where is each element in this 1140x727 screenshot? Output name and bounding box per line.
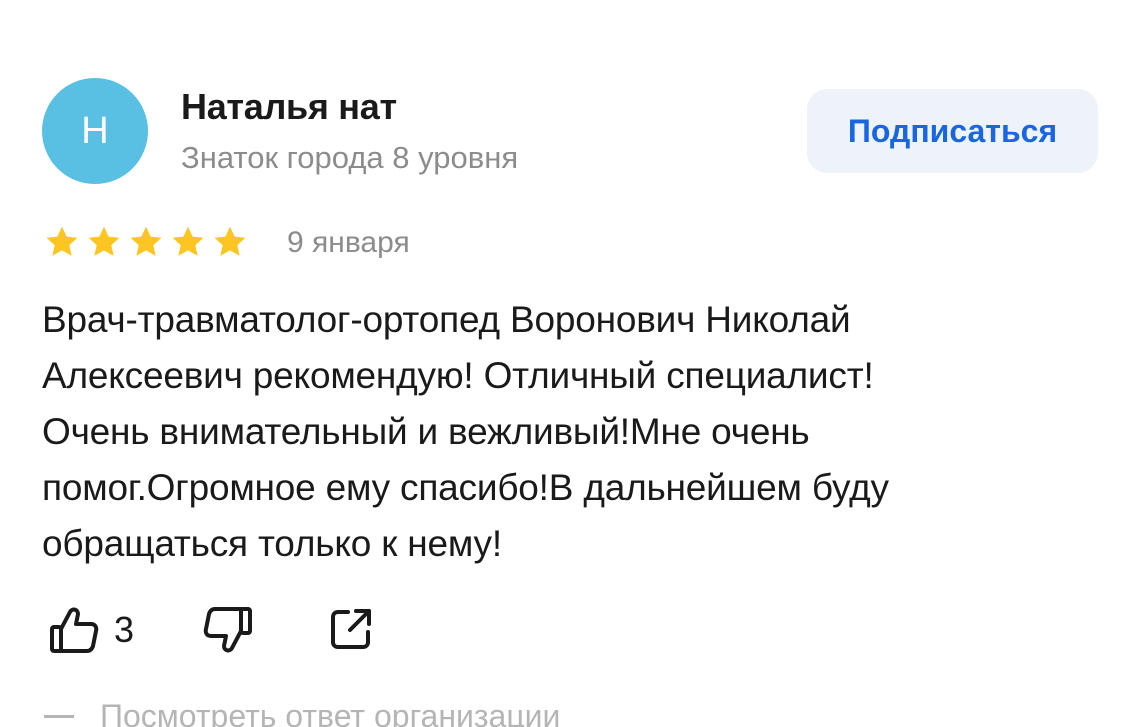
review-text-line: Очень внимательный и вежливый!Мне очень <box>42 411 810 452</box>
subscribe-button[interactable]: Подписаться <box>807 89 1098 173</box>
share-button[interactable] <box>326 604 376 654</box>
star-icon <box>88 226 120 256</box>
dislike-button[interactable] <box>202 604 254 656</box>
thumbs-down-icon <box>203 607 252 653</box>
star-icon <box>172 226 204 256</box>
author-name[interactable]: Наталья нат <box>181 86 397 128</box>
review-card: Н Наталья нат Знаток города 8 уровня Под… <box>0 0 1140 727</box>
review-text-line: обращаться только к нему! <box>42 523 502 564</box>
review-text-line: Алексеевич рекомендую! Отличный специали… <box>42 355 874 396</box>
star-icon <box>130 226 162 256</box>
like-count: 3 <box>114 609 135 650</box>
share-icon <box>331 609 371 649</box>
rating-stars <box>44 224 248 260</box>
review-text-line: Врач-травматолог-ортопед Воронович Никол… <box>42 299 851 340</box>
avatar[interactable]: Н <box>42 78 148 184</box>
review-date: 9 января <box>287 226 410 259</box>
view-org-reply-label: Посмотреть ответ организации <box>100 698 561 727</box>
thumbs-up-icon <box>50 607 99 653</box>
star-icon <box>46 226 78 256</box>
review-text-line: помог.Огромное ему спасибо!В дальнейшем … <box>42 467 889 508</box>
like-button[interactable]: 3 <box>48 604 134 656</box>
view-org-reply-link[interactable]: Посмотреть ответ организации <box>44 698 560 727</box>
avatar-letter: Н <box>81 109 109 152</box>
dash-divider <box>44 715 74 718</box>
star-icon <box>214 226 246 256</box>
review-text: Врач-травматолог-ортопед Воронович Никол… <box>42 292 1082 572</box>
author-status: Знаток города 8 уровня <box>181 140 519 175</box>
